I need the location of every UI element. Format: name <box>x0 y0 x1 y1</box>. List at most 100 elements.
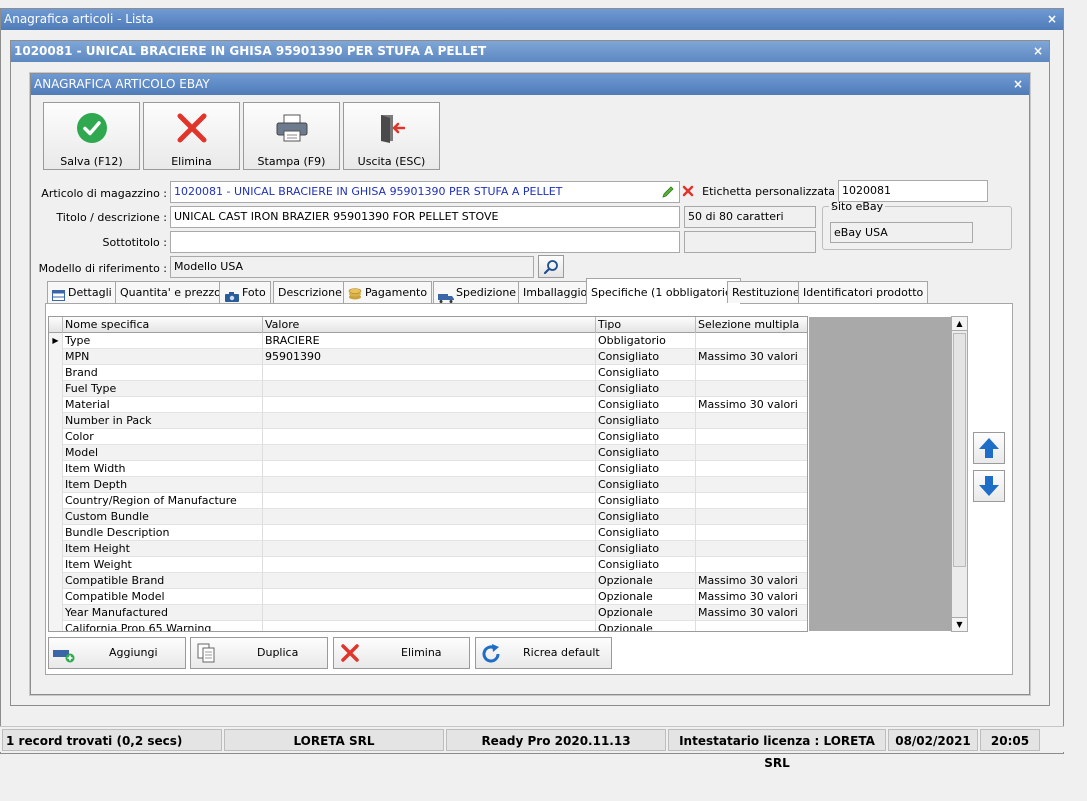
table-row[interactable]: California Prop 65 Warning Opzionale <box>49 621 807 631</box>
clear-x-icon[interactable] <box>682 185 694 200</box>
cell-tipo[interactable]: Opzionale <box>596 621 696 631</box>
tab-identificatori[interactable]: Identificatori prodotto <box>798 281 929 303</box>
cell-tipo[interactable]: Consigliato <box>596 365 696 381</box>
table-row[interactable]: Custom Bundle Consigliato <box>49 509 807 525</box>
row-indicator[interactable] <box>49 605 63 621</box>
cell-valore[interactable] <box>263 509 596 525</box>
cell-nome[interactable]: Compatible Brand <box>63 573 263 589</box>
tab-dettagli[interactable]: Dettagli <box>47 281 117 303</box>
row-indicator[interactable] <box>49 573 63 589</box>
cell-nome[interactable]: Country/Region of Manufacture <box>63 493 263 509</box>
cell-selezione[interactable] <box>696 557 807 573</box>
cell-nome[interactable]: Bundle Description <box>63 525 263 541</box>
row-selected-indicator-icon[interactable]: ▶ <box>49 333 63 349</box>
cell-tipo[interactable]: Opzionale <box>596 573 696 589</box>
move-down-button[interactable] <box>973 470 1005 502</box>
delete-row-button[interactable]: Elimina <box>333 637 470 669</box>
table-row[interactable]: ▶ Type BRACIERE Obbligatorio <box>49 333 807 349</box>
cell-selezione[interactable] <box>696 413 807 429</box>
cell-valore[interactable] <box>263 541 596 557</box>
column-tipo[interactable]: Tipo <box>596 317 696 333</box>
row-indicator[interactable] <box>49 509 63 525</box>
table-row[interactable]: Compatible Brand Opzionale Massimo 30 valo… <box>49 573 807 589</box>
table-row[interactable]: Item Weight Consigliato <box>49 557 807 573</box>
cell-selezione[interactable] <box>696 365 807 381</box>
column-selezione[interactable]: Selezione multipla <box>696 317 807 333</box>
add-button[interactable]: Aggiungi <box>48 637 186 669</box>
cell-nome[interactable]: Compatible Model <box>63 589 263 605</box>
cell-tipo[interactable]: Consigliato <box>596 541 696 557</box>
tab-foto[interactable]: Foto <box>219 281 271 303</box>
cell-valore[interactable] <box>263 397 596 413</box>
cell-nome[interactable]: Number in Pack <box>63 413 263 429</box>
cell-selezione[interactable] <box>696 541 807 557</box>
cell-valore[interactable] <box>263 429 596 445</box>
row-indicator[interactable] <box>49 349 63 365</box>
cell-tipo[interactable]: Opzionale <box>596 589 696 605</box>
row-indicator[interactable] <box>49 397 63 413</box>
duplicate-button[interactable]: Duplica <box>190 637 328 669</box>
cell-tipo[interactable]: Consigliato <box>596 429 696 445</box>
cell-selezione[interactable]: Massimo 30 valori <box>696 605 807 621</box>
row-indicator[interactable] <box>49 493 63 509</box>
table-row[interactable]: Compatible Model Opzionale Massimo 30 valo… <box>49 589 807 605</box>
table-row[interactable]: Color Consigliato <box>49 429 807 445</box>
tab-pagamento[interactable]: Pagamento <box>343 281 433 303</box>
sottotitolo-field[interactable] <box>170 231 680 253</box>
table-row[interactable]: Item Depth Consigliato <box>49 477 807 493</box>
cell-tipo[interactable]: Consigliato <box>596 525 696 541</box>
cell-valore[interactable] <box>263 605 596 621</box>
tab-imballaggio[interactable]: Imballaggio <box>518 281 593 303</box>
cell-valore[interactable] <box>263 573 596 589</box>
cell-nome[interactable]: California Prop 65 Warning <box>63 621 263 631</box>
cell-valore[interactable]: BRACIERE <box>263 333 596 349</box>
row-indicator[interactable] <box>49 381 63 397</box>
tab-quantita-prezzo[interactable]: Quantita' e prezzo <box>115 281 226 303</box>
table-row[interactable]: Item Width Consigliato <box>49 461 807 477</box>
row-indicator[interactable] <box>49 461 63 477</box>
cell-selezione[interactable] <box>696 445 807 461</box>
table-row[interactable]: Country/Region of Manufacture Consigliato <box>49 493 807 509</box>
tab-specifiche[interactable]: Specifiche (1 obbligatorie) <box>586 278 742 304</box>
cell-tipo[interactable]: Consigliato <box>596 397 696 413</box>
row-indicator[interactable] <box>49 525 63 541</box>
cell-valore[interactable] <box>263 477 596 493</box>
grid-vertical-scrollbar[interactable]: ▲ ▼ <box>951 316 968 632</box>
modello-field[interactable]: Modello USA <box>170 256 534 278</box>
etichetta-field[interactable]: 1020081 <box>838 180 988 202</box>
cell-nome[interactable]: Color <box>63 429 263 445</box>
cell-tipo[interactable]: Consigliato <box>596 493 696 509</box>
row-indicator[interactable] <box>49 429 63 445</box>
modello-search-button[interactable] <box>538 255 564 278</box>
row-indicator[interactable] <box>49 589 63 605</box>
edit-pencil-icon[interactable] <box>661 185 675 202</box>
cell-selezione[interactable] <box>696 493 807 509</box>
print-button[interactable]: Stampa (F9) <box>243 102 340 170</box>
table-row[interactable]: Item Height Consigliato <box>49 541 807 557</box>
ebay-window-close-icon[interactable]: × <box>1013 74 1023 95</box>
cell-nome[interactable]: Year Manufactured <box>63 605 263 621</box>
delete-button[interactable]: Elimina <box>143 102 240 170</box>
table-row[interactable]: Number in Pack Consigliato <box>49 413 807 429</box>
cell-nome[interactable]: Item Height <box>63 541 263 557</box>
cell-nome[interactable]: Material <box>63 397 263 413</box>
cell-selezione[interactable] <box>696 621 807 631</box>
row-indicator[interactable] <box>49 413 63 429</box>
scroll-thumb[interactable] <box>953 333 966 567</box>
titolo-field[interactable]: UNICAL CAST IRON BRAZIER 95901390 FOR PE… <box>170 206 680 228</box>
cell-selezione[interactable] <box>696 525 807 541</box>
cell-nome[interactable]: Type <box>63 333 263 349</box>
cell-valore[interactable] <box>263 461 596 477</box>
cell-selezione[interactable] <box>696 461 807 477</box>
table-row[interactable]: Bundle Description Consigliato <box>49 525 807 541</box>
exit-button[interactable]: Uscita (ESC) <box>343 102 440 170</box>
table-row[interactable]: MPN 95901390 Consigliato Massimo 30 valori <box>49 349 807 365</box>
cell-nome[interactable]: Item Weight <box>63 557 263 573</box>
tab-spedizione[interactable]: Spedizione <box>433 281 522 303</box>
column-valore[interactable]: Valore <box>263 317 596 333</box>
cell-nome[interactable]: MPN <box>63 349 263 365</box>
row-indicator[interactable] <box>49 557 63 573</box>
cell-tipo[interactable]: Consigliato <box>596 461 696 477</box>
cell-selezione[interactable] <box>696 333 807 349</box>
table-row[interactable]: Model Consigliato <box>49 445 807 461</box>
